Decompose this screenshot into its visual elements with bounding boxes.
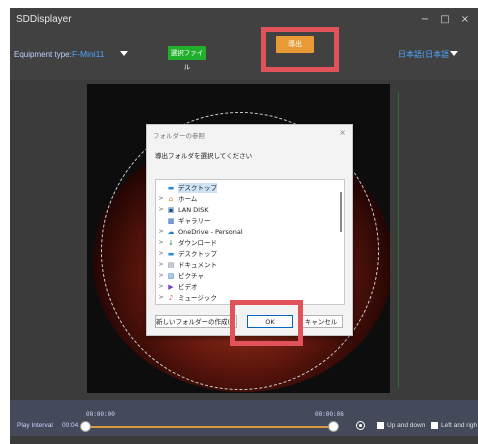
tree-item[interactable]: > ☁ OneDrive - Personal	[156, 227, 336, 237]
tree-item[interactable]: > ▧ ピクチャ	[156, 271, 336, 281]
chevron-right-icon[interactable]: >	[158, 282, 164, 292]
tree-item[interactable]: > ▣ LAN DISK	[156, 205, 336, 215]
video-icon: ▶	[168, 283, 174, 291]
up-down-label: Up and down	[387, 422, 426, 429]
chevron-down-icon	[120, 51, 128, 56]
play-interval-label: Play Interval	[17, 422, 53, 429]
tree-item-label: ビデオ	[178, 283, 198, 291]
timeline-start-handle[interactable]	[80, 421, 91, 432]
music-icon: ♪	[168, 294, 174, 302]
tree-item[interactable]: > ▶ ビデオ	[156, 282, 336, 292]
network-drive-icon: ▣	[167, 206, 175, 214]
chevron-right-icon[interactable]: >	[158, 293, 164, 303]
timeline-track[interactable]	[84, 426, 334, 428]
desktop-folder-icon: ▬	[167, 250, 175, 258]
dialog-instruction: 導出フォルダを選択してください	[155, 152, 253, 160]
tree-item[interactable]: ▩ ギャラリー	[156, 216, 336, 226]
download-icon: ↓	[168, 239, 174, 247]
tree-item[interactable]: ▬ デスクトップ	[156, 183, 336, 193]
chevron-right-icon[interactable]: >	[158, 260, 164, 270]
cancel-button[interactable]: キャンセル	[299, 315, 343, 328]
language-select[interactable]: 日本語(日本語	[398, 46, 458, 62]
tree-item[interactable]: > ⌂ ホーム	[156, 194, 336, 204]
tree-item-label: LAN DISK	[178, 206, 209, 214]
export-highlight-box	[261, 27, 339, 72]
tree-item-label: ミュージック	[178, 294, 217, 302]
dialog-close-icon[interactable]: ×	[339, 128, 346, 137]
loop-radio[interactable]	[356, 421, 365, 430]
toolbar: Equipment type: F-Mini11 選択ファイル 日本語(日本語	[10, 34, 478, 80]
tree-item-label: ホーム	[178, 195, 198, 203]
tree-item-label: ドキュメント	[178, 261, 217, 269]
screenshot-frame: SDDisplayer − □ × Equipment type: F-Mini…	[0, 0, 478, 444]
home-icon: ⌂	[168, 195, 174, 203]
playback-bar: Play Interval 00:04 00:00:00 00:00:06 Up…	[10, 400, 478, 436]
tree-item-label: ギャラリー	[178, 217, 211, 225]
chevron-right-icon[interactable]: >	[158, 194, 164, 204]
tree-item-label: デスクトップ	[178, 183, 217, 193]
app-title: SDDisplayer	[16, 14, 72, 25]
folder-tree[interactable]: ▬ デスクトップ > ⌂ ホーム > ▣ LAN DISK ▩ ギャラリー > ☁ OneDrive -…	[155, 179, 345, 305]
equipment-type-label: Equipment type:	[14, 50, 72, 59]
select-file-button[interactable]: 選択ファイル	[168, 46, 206, 71]
start-time: 00:00:00	[86, 411, 115, 418]
tree-item-label: ダウンロード	[178, 239, 217, 247]
pictures-icon: ▧	[167, 272, 175, 280]
equipment-type-select[interactable]: F-Mini11	[72, 46, 130, 62]
up-down-checkbox[interactable]	[377, 422, 384, 429]
left-right-checkbox[interactable]	[431, 422, 438, 429]
gallery-icon: ▩	[167, 217, 175, 225]
chevron-right-icon[interactable]: >	[158, 227, 164, 237]
desktop-folder-icon: ▬	[167, 184, 175, 192]
tree-item[interactable]: > ↓ ダウンロード	[156, 238, 336, 248]
timeline-end-handle[interactable]	[328, 421, 339, 432]
chevron-right-icon[interactable]: >	[158, 249, 164, 259]
title-bar: SDDisplayer − □ ×	[10, 8, 478, 34]
scrollbar-thumb[interactable]	[340, 192, 342, 232]
language-value: 日本語(日本語	[398, 50, 450, 59]
chevron-right-icon[interactable]: >	[158, 205, 164, 215]
end-time: 00:00:06	[315, 411, 344, 418]
tree-item[interactable]: > ▬ デスクトップ	[156, 249, 336, 259]
minimize-button[interactable]: −	[418, 12, 432, 28]
chevron-right-icon[interactable]: >	[158, 238, 164, 248]
tree-item-label: OneDrive - Personal	[178, 228, 243, 236]
tree-item-label: デスクトップ	[178, 250, 217, 258]
chevron-down-icon	[450, 51, 458, 56]
close-button[interactable]: ×	[458, 12, 472, 28]
tree-item-label: ピクチャ	[178, 272, 204, 280]
document-icon: ▤	[167, 261, 175, 269]
new-folder-button[interactable]: 新しいフォルダーの作成(M)	[155, 315, 237, 328]
chevron-right-icon[interactable]: >	[158, 271, 164, 281]
cloud-icon: ☁	[167, 228, 175, 236]
tree-item[interactable]: > ▤ ドキュメント	[156, 260, 336, 270]
dialog-title: フォルダーの参照	[153, 132, 205, 140]
ok-highlight-box	[230, 300, 303, 346]
play-interval-value: 00:04	[62, 422, 79, 429]
preview-boundary-line	[398, 92, 399, 388]
maximize-button[interactable]: □	[438, 12, 452, 28]
equipment-type-value: F-Mini11	[72, 49, 105, 59]
left-right-label: Left and righ	[441, 422, 478, 429]
